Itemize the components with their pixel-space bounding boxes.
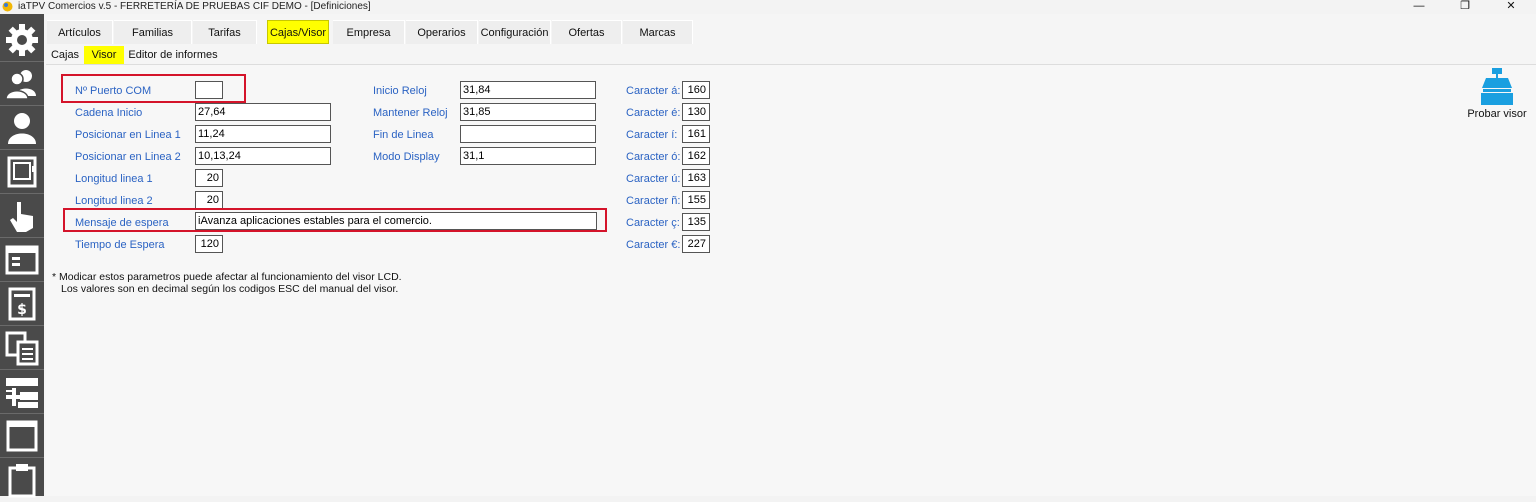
gear-icon: [6, 23, 38, 56]
caracter-euro-input[interactable]: 227: [682, 235, 710, 253]
users-icon: [5, 69, 36, 100]
tab-operarios[interactable]: Operarios: [406, 20, 478, 44]
sidebar-item-add-items[interactable]: [0, 370, 44, 414]
caracter-u-input[interactable]: 163: [682, 169, 710, 187]
safe-icon: [7, 156, 37, 187]
user-icon: [8, 112, 36, 144]
longitud-linea1-input[interactable]: 20: [195, 169, 223, 187]
window-icon: [5, 245, 39, 274]
add-items-icon: [6, 377, 38, 408]
label-caracter-o: Caracter ó:: [626, 151, 681, 163]
sidebar-item-screen[interactable]: [0, 414, 44, 458]
left-sidebar: $: [0, 14, 44, 498]
clipboard-icon: [8, 464, 36, 498]
caracter-e-input[interactable]: 130: [682, 103, 710, 121]
minimize-button[interactable]: —: [1396, 0, 1442, 14]
highlight-puerto-com: [61, 74, 246, 103]
app-logo-icon: [2, 1, 13, 12]
sidebar-item-clients[interactable]: [0, 62, 44, 106]
subtab-cajas[interactable]: Cajas: [48, 46, 82, 64]
copy-documents-icon: [5, 331, 39, 365]
label-fin-linea: Fin de Linea: [373, 129, 434, 141]
sidebar-item-settings[interactable]: [0, 18, 44, 62]
caracter-c-input[interactable]: 135: [682, 213, 710, 231]
tab-articulos[interactable]: Artículos: [47, 20, 113, 44]
posicionar-linea1-input[interactable]: 11,24: [195, 125, 331, 143]
caracter-o-input[interactable]: 162: [682, 147, 710, 165]
sidebar-item-user[interactable]: [0, 106, 44, 150]
label-longitud-linea2: Longitud linea 2: [75, 195, 153, 207]
label-caracter-n: Caracter ñ:: [626, 195, 681, 207]
window-title: iaTPV Comercios v.5 - FERRETERÍA DE PRUE…: [18, 1, 371, 12]
svg-text:$: $: [17, 302, 27, 318]
probar-visor-button[interactable]: Probar visor: [1466, 68, 1528, 124]
label-caracter-e: Caracter é:: [626, 107, 681, 119]
sidebar-item-clipboard[interactable]: [0, 458, 44, 502]
tab-marcas[interactable]: Marcas: [623, 20, 693, 44]
label-cadena-inicio: Cadena Inicio: [75, 107, 143, 119]
sidebar-item-safe[interactable]: [0, 150, 44, 194]
label-longitud-linea1: Longitud linea 1: [75, 173, 153, 185]
sidebar-item-documents[interactable]: [0, 326, 44, 370]
warning-note-line1: * Modicar estos parametros puede afectar…: [52, 271, 402, 283]
tab-cajas-visor[interactable]: Cajas/Visor: [267, 20, 329, 44]
posicionar-linea2-input[interactable]: 10,13,24: [195, 147, 331, 165]
label-mantener-reloj: Mantener Reloj: [373, 107, 448, 119]
screen-icon: [6, 420, 38, 451]
label-tiempo-espera: Tiempo de Espera: [75, 239, 165, 251]
hand-pointer-icon: [10, 201, 33, 232]
label-caracter-i: Caracter í:: [626, 129, 678, 141]
tab-ofertas[interactable]: Ofertas: [552, 20, 622, 44]
tiempo-espera-input[interactable]: 120: [195, 235, 223, 253]
subtab-editor-informes[interactable]: Editor de informes: [126, 46, 220, 64]
display-register-icon: [1481, 68, 1513, 105]
sidebar-item-window[interactable]: [0, 238, 44, 282]
caracter-n-input[interactable]: 155: [682, 191, 710, 209]
tab-familias[interactable]: Familias: [114, 20, 192, 44]
fin-linea-input[interactable]: [460, 125, 596, 143]
maximize-button[interactable]: ❐: [1442, 0, 1488, 14]
warning-note-line2: Los valores son en decimal según los cod…: [61, 283, 399, 295]
label-posicionar-linea1: Posicionar en Linea 1: [75, 129, 181, 141]
mantener-reloj-input[interactable]: 31,85: [460, 103, 596, 121]
label-caracter-c: Caracter ç:: [626, 217, 680, 229]
cadena-inicio-input[interactable]: 27,64: [195, 103, 331, 121]
subtab-visor[interactable]: Visor: [84, 46, 124, 64]
label-caracter-euro: Caracter €:: [626, 239, 681, 251]
label-modo-display: Modo Display: [373, 151, 440, 163]
label-caracter-u: Caracter ú:: [626, 173, 681, 185]
caracter-i-input[interactable]: 161: [682, 125, 710, 143]
tab-empresa[interactable]: Empresa: [333, 20, 405, 44]
title-bar: iaTPV Comercios v.5 - FERRETERÍA DE PRUE…: [0, 0, 1536, 14]
modo-display-input[interactable]: 31,1: [460, 147, 596, 165]
tab-configuracion[interactable]: Configuración: [479, 20, 551, 44]
longitud-linea2-input[interactable]: 20: [195, 191, 223, 209]
close-button[interactable]: ✕: [1488, 0, 1534, 14]
inicio-reloj-input[interactable]: 31,84: [460, 81, 596, 99]
caracter-a-input[interactable]: 160: [682, 81, 710, 99]
label-caracter-a: Caracter á:: [626, 85, 681, 97]
tab-tarifas[interactable]: Tarifas: [193, 20, 257, 44]
label-posicionar-linea2: Posicionar en Linea 2: [75, 151, 181, 163]
probar-visor-label: Probar visor: [1467, 108, 1527, 120]
sidebar-item-price-list[interactable]: $: [0, 282, 44, 326]
sidebar-item-touch[interactable]: [0, 194, 44, 238]
label-inicio-reloj: Inicio Reloj: [373, 85, 427, 97]
price-list-icon: $: [8, 287, 36, 320]
highlight-mensaje-espera: [63, 208, 607, 232]
